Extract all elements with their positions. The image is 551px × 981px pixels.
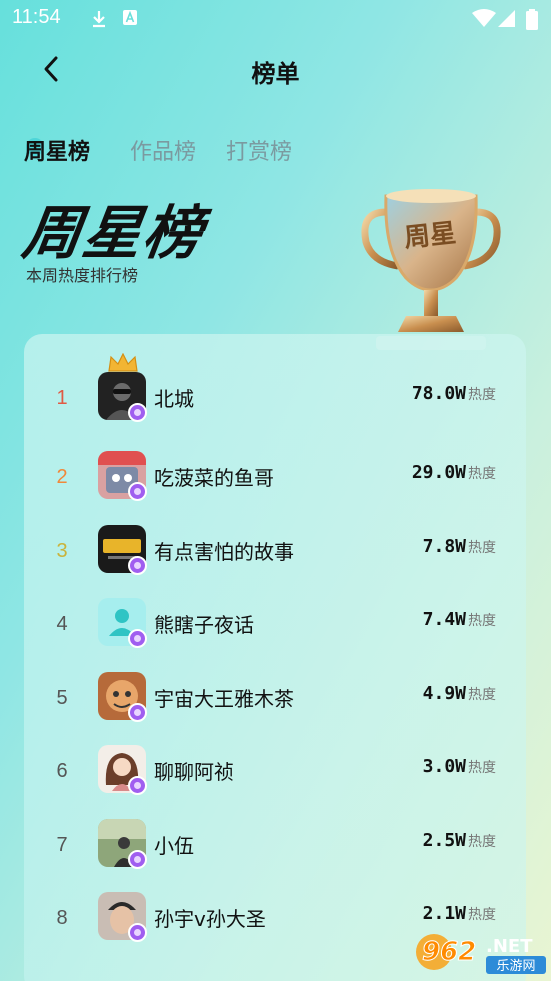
rank-number: 2: [56, 466, 68, 488]
app-notification-icon: [123, 10, 137, 25]
ranking-list: 1 北城 78.0W 热度 2 吃菠菜的鱼哥 29.0W 热度 3 有点害怕的故…: [24, 334, 526, 981]
heat-score: 7.8W 热度: [422, 536, 496, 557]
rank-number: 7: [56, 834, 68, 856]
user-name: 孙宇v孙大圣: [154, 907, 266, 931]
verified-badge: [128, 403, 147, 422]
heat-score: 2.1W 热度: [422, 903, 496, 924]
rank-number: 4: [56, 613, 68, 635]
crown-icon: [108, 353, 138, 372]
rank-number: 8: [56, 907, 68, 929]
verified-badge: [128, 703, 147, 722]
battery-icon: [526, 9, 538, 30]
user-name: 吃菠菜的鱼哥: [154, 466, 274, 490]
watermark-logo: 962 .NET 乐游网: [412, 928, 548, 976]
verified-badge: [128, 850, 147, 869]
watermark-suffix: .NET: [486, 936, 533, 957]
wifi-icon: [472, 9, 496, 27]
verified-badge: [128, 482, 147, 501]
verified-badge: [128, 556, 147, 575]
download-icon: [93, 11, 105, 28]
heat-score: 29.0W 热度: [411, 462, 496, 483]
page-title: 榜单: [251, 60, 300, 88]
rank-number: 6: [56, 760, 68, 782]
trophy-text: 周星: [403, 218, 458, 253]
list-item[interactable]: 6 聊聊阿祯 3.0W 热度: [24, 740, 526, 800]
heat-score: 7.4W 热度: [422, 609, 496, 630]
status-time: 11:54: [12, 6, 61, 28]
verified-badge: [128, 629, 147, 648]
tab-rewards[interactable]: 打赏榜: [226, 134, 292, 166]
watermark-number: 962: [422, 937, 476, 967]
list-item[interactable]: 4 熊瞎子夜话 7.4W 热度: [24, 593, 526, 653]
tab-works[interactable]: 作品榜: [130, 134, 196, 166]
user-name: 宇宙大王雅木茶: [154, 687, 294, 711]
verified-badge: [128, 776, 147, 795]
heat-score: 3.0W 热度: [422, 756, 496, 777]
heat-score: 2.5W 热度: [422, 830, 496, 851]
trophy-icon: 周星: [361, 189, 501, 350]
watermark-label: 乐游网: [496, 959, 535, 974]
signal-icon: [498, 10, 515, 27]
rank-number: 3: [56, 540, 68, 562]
user-name: 熊瞎子夜话: [154, 613, 254, 637]
user-name: 小伍: [154, 834, 194, 858]
list-item[interactable]: 2 吃菠菜的鱼哥 29.0W 热度: [24, 446, 526, 506]
verified-badge: [128, 923, 147, 942]
user-name: 北城: [154, 387, 194, 411]
header: 榜单: [0, 40, 551, 100]
user-name: 有点害怕的故事: [154, 540, 294, 564]
list-item[interactable]: 7 小伍 2.5W 热度: [24, 814, 526, 874]
status-bar: 11:54: [0, 0, 551, 40]
rank-number: 5: [56, 687, 68, 709]
user-name: 聊聊阿祯: [154, 760, 234, 784]
rank-number: 1: [56, 387, 68, 409]
hero-subtitle: 本周热度排行榜: [26, 266, 139, 285]
heat-score: 78.0W 热度: [411, 383, 496, 404]
heat-score: 4.9W 热度: [422, 683, 496, 704]
list-item[interactable]: 1 北城 78.0W 热度: [24, 353, 526, 427]
tab-weekly-star[interactable]: 周星榜: [24, 134, 90, 166]
list-item[interactable]: 5 宇宙大王雅木茶 4.9W 热度: [24, 667, 526, 727]
list-item[interactable]: 3 有点害怕的故事 7.8W 热度: [24, 520, 526, 580]
hero-title: 周星榜: [18, 199, 209, 267]
